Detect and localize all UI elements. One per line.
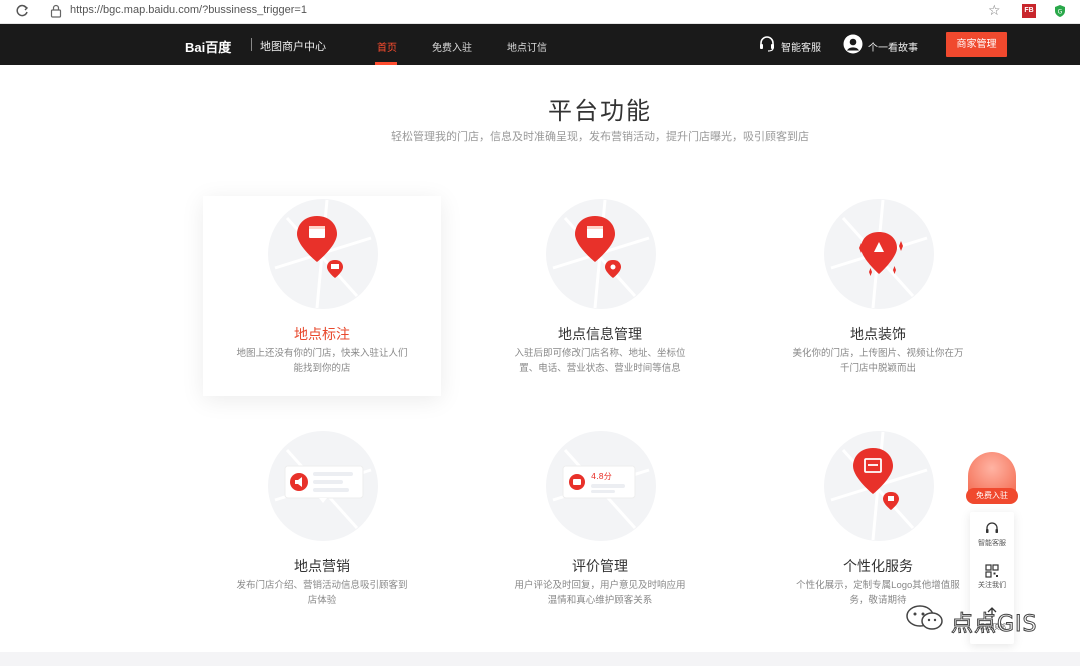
footer-band	[0, 652, 1080, 666]
section-title: 平台功能	[548, 98, 652, 125]
user-avatar-icon[interactable]	[843, 34, 863, 54]
feature-name: 评价管理	[572, 558, 628, 574]
nav-location-info[interactable]: 地点订信	[507, 39, 547, 54]
watermark-text: 点点GIS	[951, 612, 1038, 638]
headset-icon	[986, 522, 998, 533]
merchant-manage-button[interactable]: 商家管理	[946, 32, 1007, 57]
nav-free-join[interactable]: 免费入驻	[432, 39, 472, 54]
user-name[interactable]: 个一看故事	[868, 39, 918, 54]
nav-active-underline	[375, 62, 397, 65]
decorate-pin-icon	[824, 199, 934, 309]
feature-name: 地点装饰	[850, 326, 906, 342]
review-icon: 4.8分	[546, 431, 656, 541]
feature-desc: 地图上还没有你的门店，快来入驻让人们能找到你的店	[236, 348, 408, 374]
headset-icon[interactable]	[758, 35, 776, 53]
float-item-service[interactable]: 智能客服	[970, 522, 1014, 548]
free-join-float-illustration[interactable]	[968, 452, 1016, 492]
bookmark-star-icon[interactable]: ☆	[988, 2, 1001, 19]
rating-value: 4.8分	[591, 472, 612, 481]
feature-desc: 发布门店介绍、营销活动信息吸引顾客到店体验	[236, 580, 408, 606]
logo-divider	[251, 38, 252, 51]
reload-icon[interactable]	[14, 3, 30, 19]
feature-desc: 用户评论及时回复，用户意见及时响应用温情和真心维护顾客关系	[514, 580, 686, 606]
browser-toolbar: https://bgc.map.baidu.com/?bussiness_tri…	[0, 0, 1080, 24]
wechat-watermark: 点点GIS	[905, 604, 1037, 638]
wechat-icon	[906, 605, 943, 630]
nav-home[interactable]: 首页	[377, 39, 397, 54]
section-subtitle: 轻松管理我的门店，信息及时准确呈现，发布营销活动，提升门店曝光，吸引顾客到店	[391, 131, 809, 143]
store-pin-icon	[268, 199, 378, 309]
feature-desc: 美化你的门店，上传图片、视频让你在万千门店中脱颖而出	[792, 348, 964, 374]
qr-code-icon	[985, 564, 999, 578]
extension-badge-icon[interactable]: FB	[1022, 4, 1036, 18]
free-join-float-button[interactable]: 免费入驻	[966, 488, 1018, 504]
feature-name: 地点信息管理	[558, 326, 642, 342]
float-item-label: 智能客服	[978, 540, 1006, 547]
feature-card-decoration[interactable]: 地点装饰 美化你的门店，上传图片、视频让你在万千门店中脱颖而出	[759, 196, 997, 396]
lock-icon	[50, 4, 62, 18]
feature-card-marketing[interactable]: 地点营销 发布门店介绍、营销活动信息吸引顾客到店体验	[203, 428, 441, 628]
svg-text:G: G	[1058, 9, 1063, 16]
baidu-logo[interactable]: Bai百度	[185, 37, 231, 56]
feature-card-review[interactable]: 4.8分 评价管理 用户评论及时回复，用户意见及时响应用温情和真心维护顾客关系	[481, 428, 719, 628]
site-name[interactable]: 地图商户中心	[260, 38, 326, 54]
feature-desc: 入驻后即可修改门店名称、地址、坐标位置、电话、营业状态、营业时间等信息	[514, 348, 686, 374]
feature-name: 个性化服务	[843, 558, 913, 574]
marketing-icon	[268, 431, 378, 541]
smart-service-link[interactable]: 智能客服	[781, 39, 821, 54]
shield-extension-icon[interactable]: G	[1054, 4, 1066, 18]
float-item-follow[interactable]: 关注我们	[970, 564, 1014, 590]
feature-card-custom-service[interactable]: 个性化服务 个性化展示，定制专属Logo其他增值服务，敬请期待	[759, 428, 997, 628]
feature-card-location-mark[interactable]: 地点标注 地图上还没有你的门店，快来入驻让人们能找到你的店	[203, 196, 441, 396]
feature-name: 地点营销	[294, 558, 350, 574]
custom-service-pin-icon	[824, 431, 934, 541]
feature-name: 地点标注	[294, 326, 350, 342]
site-header: Bai百度 地图商户中心 首页 免费入驻 地点订信 智能客服 个一看故事 商家管…	[0, 24, 1080, 65]
float-item-label: 关注我们	[978, 582, 1006, 589]
store-info-pin-icon	[546, 199, 656, 309]
feature-card-info-manage[interactable]: 地点信息管理 入驻后即可修改门店名称、地址、坐标位置、电话、营业状态、营业时间等…	[481, 196, 719, 396]
address-bar-url[interactable]: https://bgc.map.baidu.com/?bussiness_tri…	[70, 4, 307, 16]
